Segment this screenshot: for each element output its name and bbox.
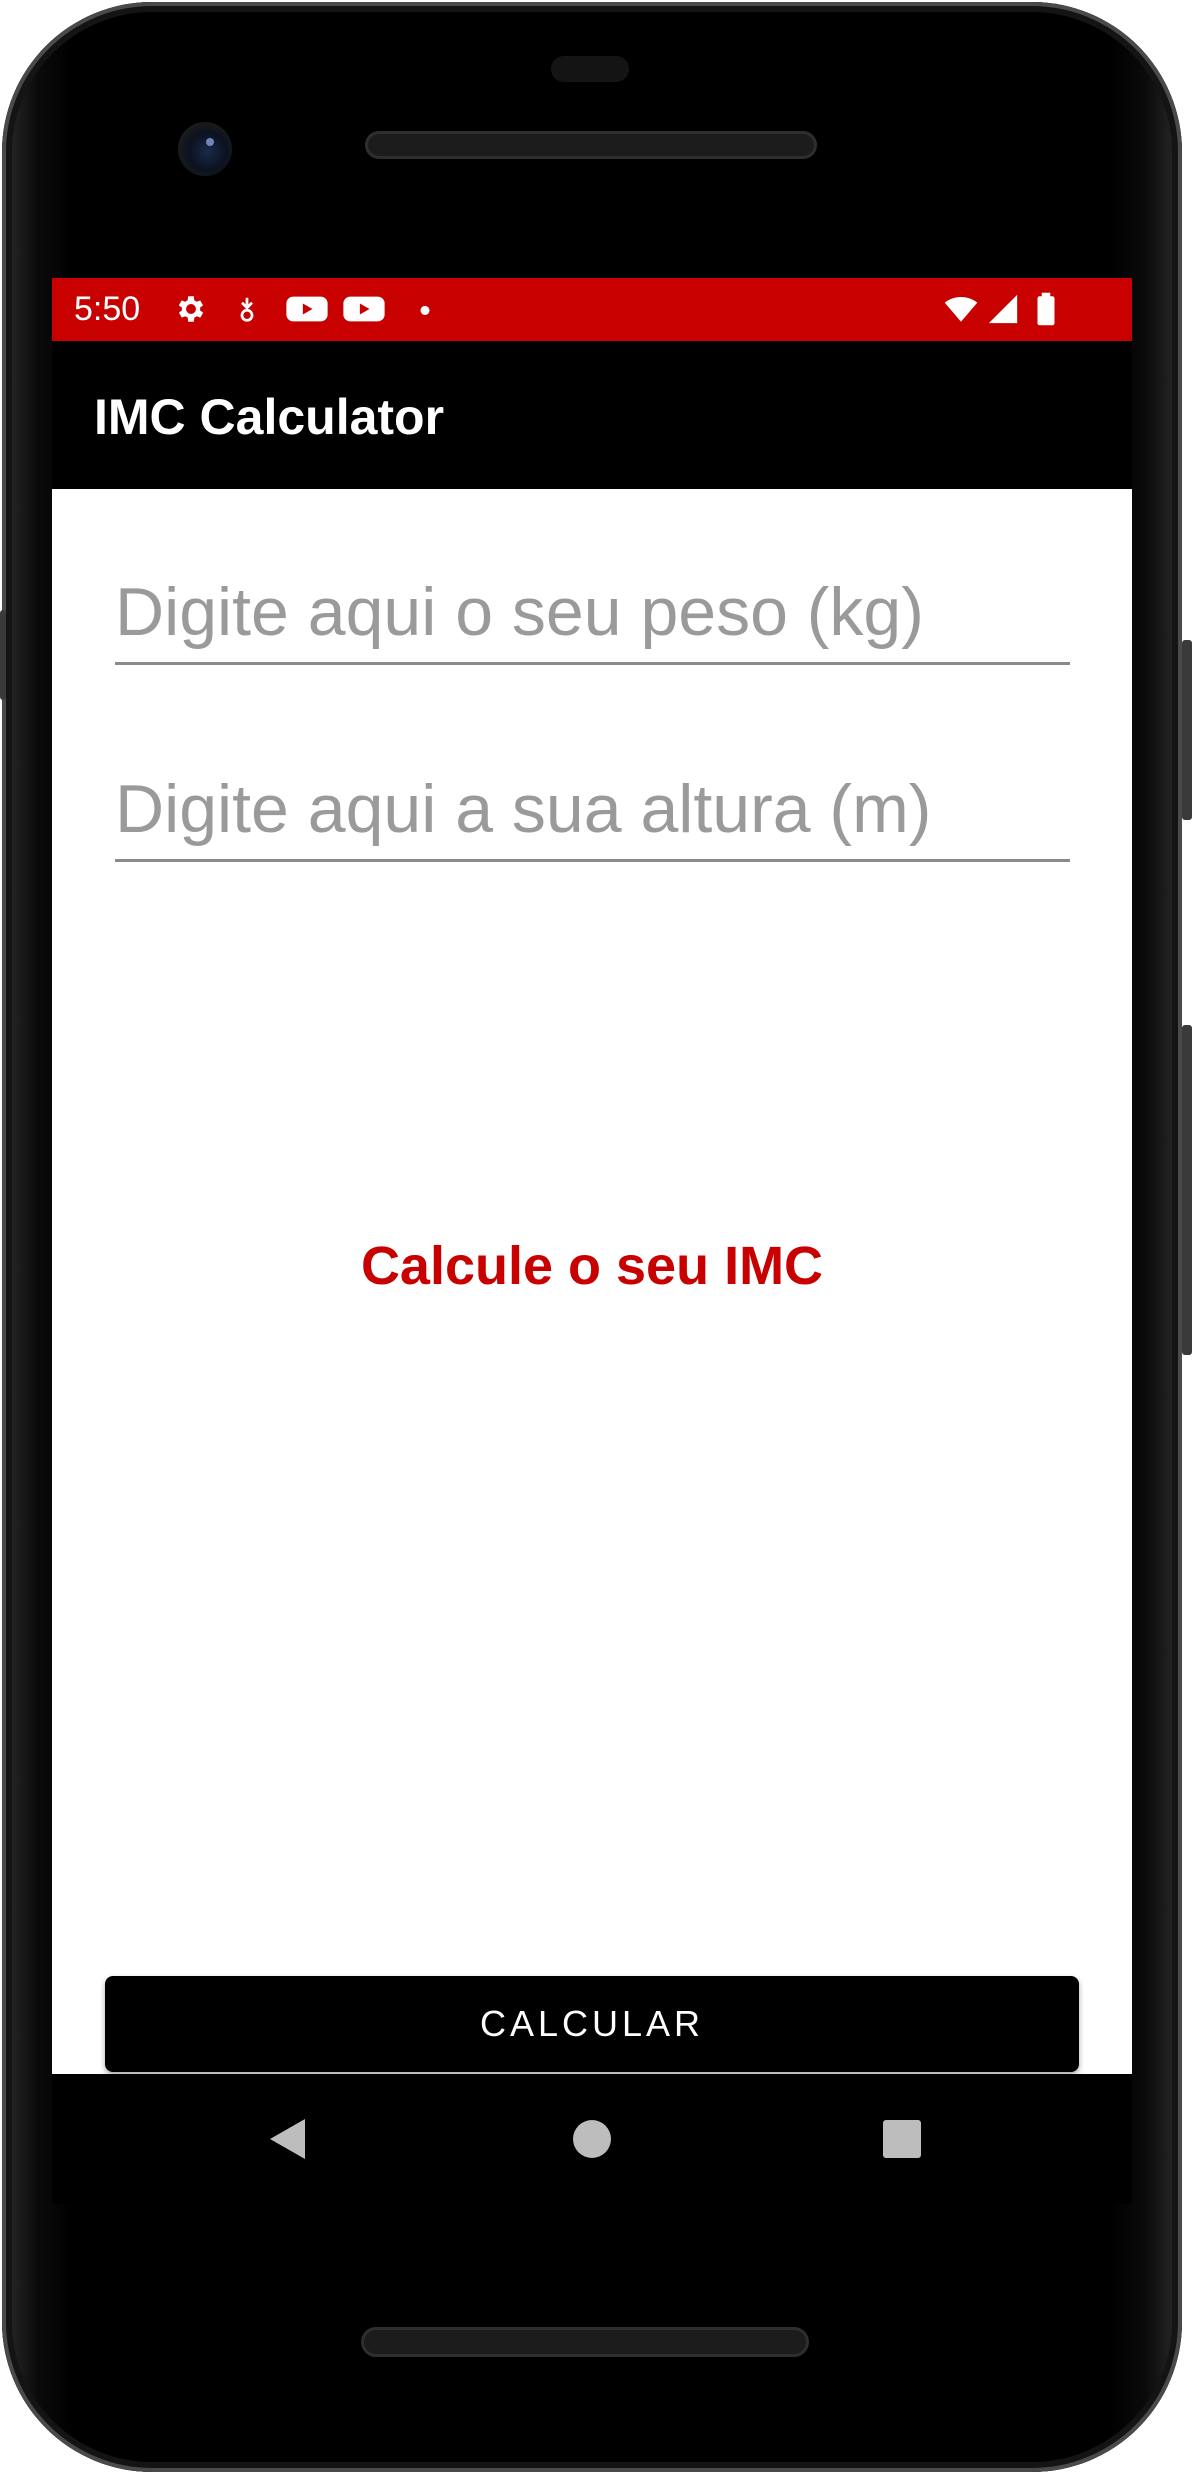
nav-home-button[interactable] xyxy=(552,2099,632,2179)
battery-icon xyxy=(1037,292,1055,326)
app-bar: IMC Calculator xyxy=(52,341,1132,489)
status-bar: 5:50 xyxy=(52,278,1132,341)
screen: 5:50 IMC Calculator Digite aqui o seu pe… xyxy=(52,278,1132,2074)
recents-icon xyxy=(883,2120,921,2158)
youtube-icon xyxy=(286,296,328,322)
nav-back-button[interactable] xyxy=(248,2099,328,2179)
main-content: Calcule o seu IMC xyxy=(52,489,1132,2074)
signal-icon xyxy=(988,294,1018,324)
top-speaker-grille xyxy=(365,131,817,159)
height-input[interactable] xyxy=(115,759,1070,859)
device-frame: 5:50 IMC Calculator Digite aqui o seu pe… xyxy=(0,0,1194,2480)
download-icon xyxy=(240,297,254,322)
app-title: IMC Calculator xyxy=(94,389,445,445)
weight-input[interactable] xyxy=(115,562,1070,662)
status-time: 5:50 xyxy=(74,290,141,328)
side-button-volume xyxy=(1182,1025,1192,1355)
result-text: Calcule o seu IMC xyxy=(360,1236,824,1296)
earpiece xyxy=(551,56,629,82)
front-camera xyxy=(178,122,232,176)
weight-field xyxy=(115,562,1070,665)
home-icon xyxy=(573,2120,611,2158)
notification-dot-icon xyxy=(420,305,430,315)
back-icon xyxy=(270,2119,305,2159)
side-button-left xyxy=(0,610,6,700)
wifi-icon xyxy=(944,296,978,322)
side-button-power xyxy=(1182,640,1192,820)
youtube-icon xyxy=(343,296,385,322)
navigation-bar xyxy=(52,2074,1132,2204)
bottom-speaker-grille xyxy=(361,2327,809,2357)
gear-icon xyxy=(178,296,204,322)
calculate-button[interactable]: CALCULAR xyxy=(105,1976,1079,2072)
nav-recents-button[interactable] xyxy=(862,2099,942,2179)
height-field xyxy=(115,759,1070,862)
